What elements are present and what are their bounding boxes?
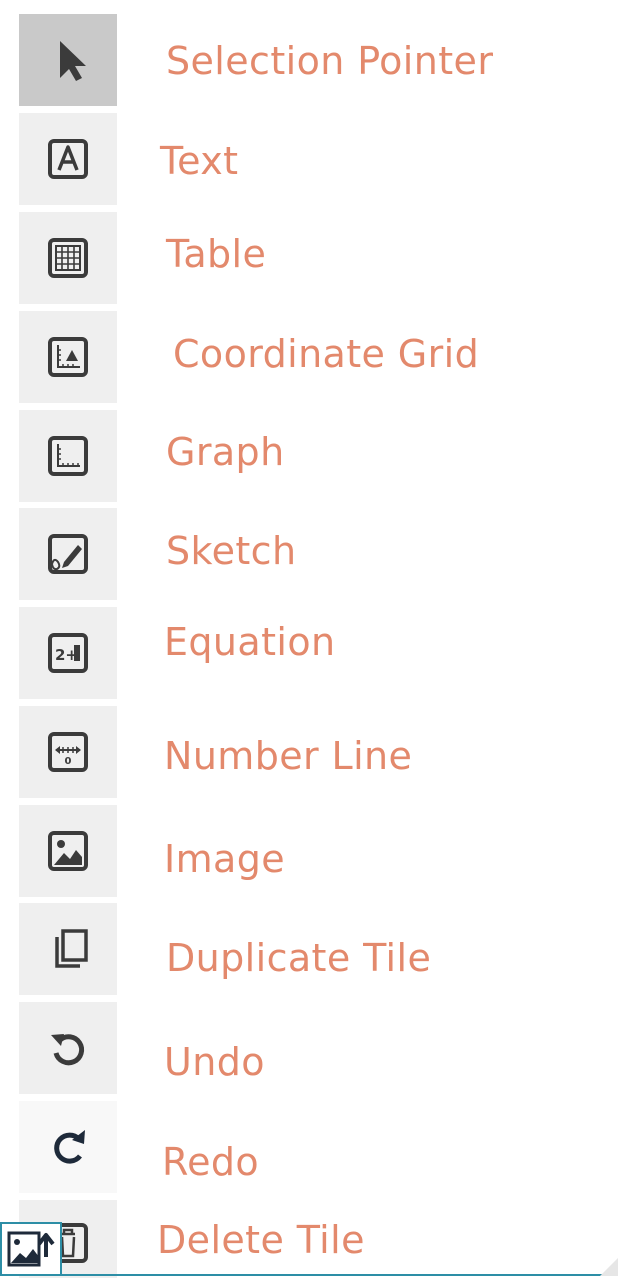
duplicate-icon — [33, 914, 103, 984]
sketch-icon — [33, 519, 103, 589]
pointer-icon — [33, 25, 103, 95]
toolbar: Selection Pointer Text Table Coordinate … — [0, 0, 620, 1278]
text-icon — [33, 124, 103, 194]
tool-table-button[interactable] — [19, 212, 117, 304]
tool-label-selection-pointer: Selection Pointer — [166, 39, 494, 83]
tool-coordinate-grid-button[interactable] — [19, 311, 117, 403]
image-upload-icon[interactable] — [0, 1222, 62, 1276]
tool-number-line-button[interactable]: 0 — [19, 706, 117, 798]
tool-label-coordinate-grid: Coordinate Grid — [173, 332, 480, 376]
tool-label-graph: Graph — [166, 430, 285, 474]
graph-icon — [33, 421, 103, 491]
tool-text-button[interactable] — [19, 113, 117, 205]
number-line-icon-text: 0 — [65, 756, 72, 767]
table-icon — [33, 223, 103, 293]
tool-label-undo: Undo — [164, 1040, 265, 1084]
tool-selection-pointer-button[interactable] — [19, 14, 117, 106]
image-icon — [33, 816, 103, 886]
tool-duplicate-tile-button[interactable] — [19, 903, 117, 995]
tool-label-table: Table — [166, 232, 267, 276]
resize-grip-icon[interactable] — [600, 1258, 618, 1276]
tool-label-equation: Equation — [164, 620, 336, 664]
tool-label-duplicate-tile: Duplicate Tile — [166, 936, 432, 980]
coordinate-grid-icon — [33, 322, 103, 392]
tool-undo-button[interactable] — [19, 1002, 117, 1094]
tool-redo-button[interactable] — [19, 1101, 117, 1193]
undo-icon — [33, 1013, 103, 1083]
equation-icon: 2+ — [33, 618, 103, 688]
number-line-icon: 0 — [33, 717, 103, 787]
tool-label-redo: Redo — [162, 1140, 260, 1184]
tool-label-number-line: Number Line — [164, 734, 413, 778]
tool-label-sketch: Sketch — [166, 529, 297, 573]
tool-image-button[interactable] — [19, 805, 117, 897]
bottom-border — [62, 1274, 606, 1276]
redo-icon — [33, 1112, 103, 1182]
tool-sketch-button[interactable] — [19, 508, 117, 600]
tool-label-image: Image — [164, 837, 286, 881]
tool-graph-button[interactable] — [19, 410, 117, 502]
tool-label-text: Text — [160, 139, 239, 183]
tool-label-delete-tile: Delete Tile — [157, 1218, 365, 1262]
tool-equation-button[interactable]: 2+ — [19, 607, 117, 699]
